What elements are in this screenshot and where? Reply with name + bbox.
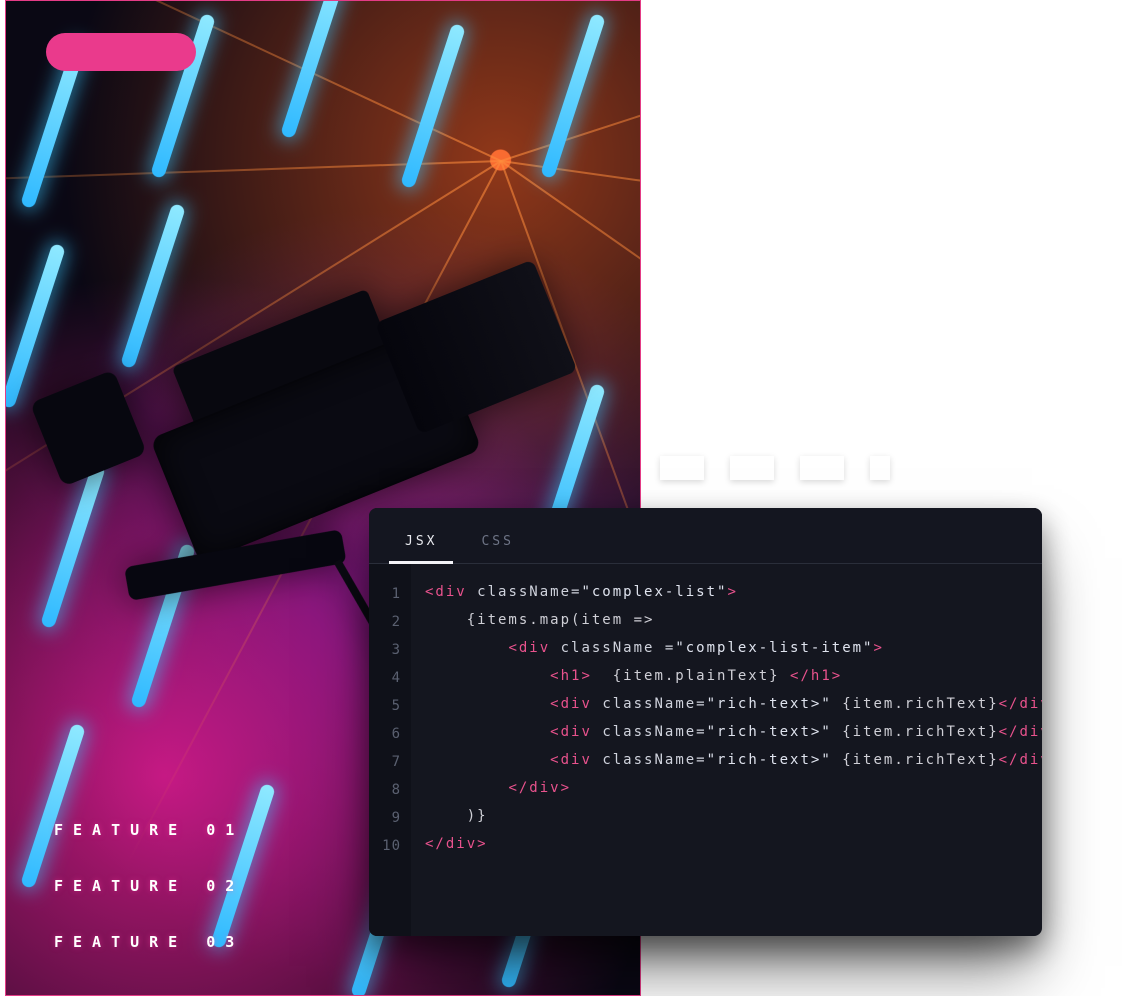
line-number-gutter: 12345678910 <box>369 564 411 936</box>
feature-item[interactable]: FEATURE 03 <box>54 933 244 951</box>
code-content[interactable]: <div className="complex-list"> {items.ma… <box>411 564 1042 936</box>
code-area: 12345678910 <div className="complex-list… <box>369 564 1042 936</box>
tab-css[interactable]: CSS <box>459 516 535 563</box>
editor-tabbar: JSX CSS <box>369 508 1042 564</box>
code-editor: JSX CSS 12345678910 <div className="comp… <box>369 508 1042 936</box>
feature-item[interactable]: FEATURE 01 <box>54 821 244 839</box>
feature-item[interactable]: FEATURE 02 <box>54 877 244 895</box>
tab-jsx[interactable]: JSX <box>383 516 459 563</box>
promo-pill[interactable] <box>46 33 196 71</box>
feature-list: FEATURE 01 FEATURE 02 FEATURE 03 <box>54 783 244 951</box>
connector-dashes <box>660 456 890 480</box>
